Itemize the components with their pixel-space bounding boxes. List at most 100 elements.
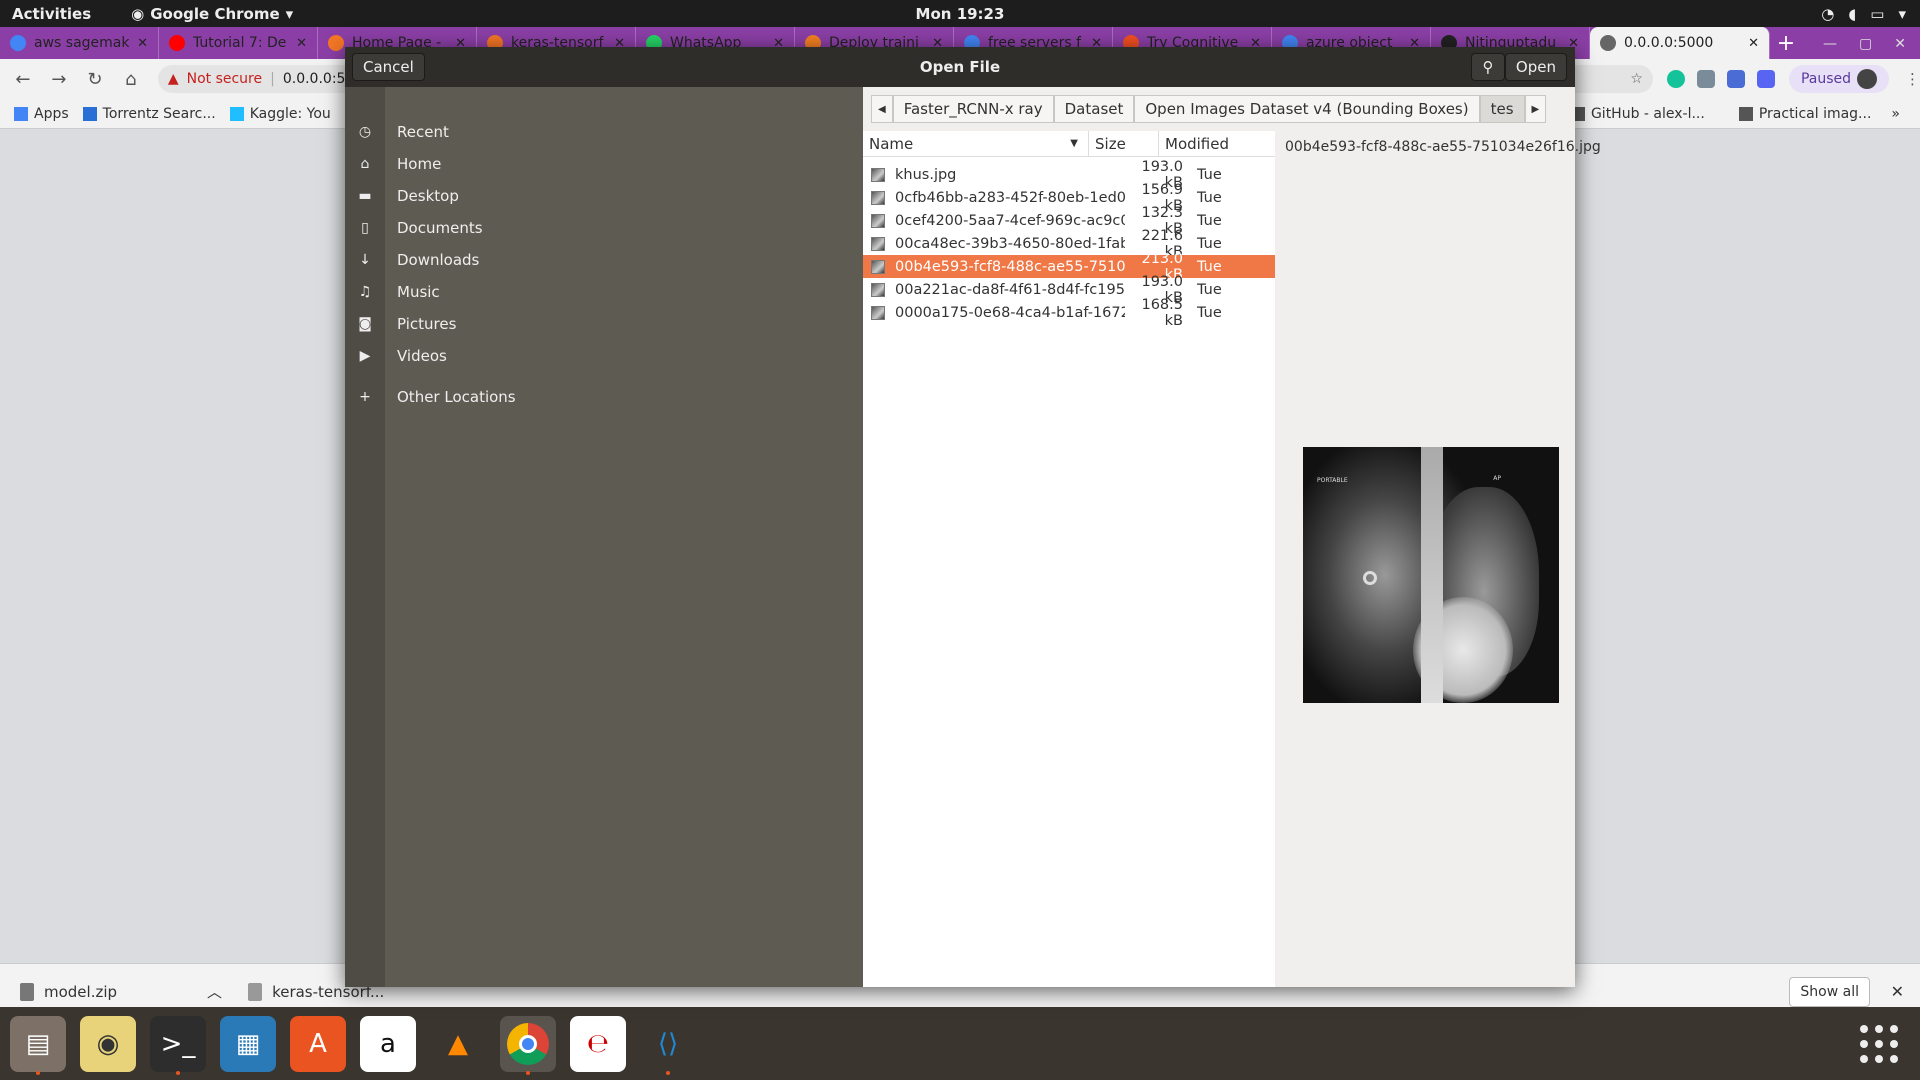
profile-button[interactable]: Paused [1788, 65, 1890, 93]
translate-icon[interactable] [1726, 70, 1745, 88]
path-segment[interactable]: Dataset [1053, 95, 1135, 123]
sidebar-item-home[interactable]: ⌂ Home [345, 148, 863, 180]
apps-icon [14, 106, 28, 121]
open-button[interactable]: Open [1504, 53, 1567, 81]
vscode-icon[interactable]: ⟨⟩ [640, 1016, 696, 1075]
more-bookmarks-icon[interactable]: » [1891, 106, 1900, 122]
close-icon[interactable]: ✕ [1748, 36, 1759, 51]
sidebar-item-downloads[interactable]: ↓ Downloads [345, 244, 863, 276]
clock[interactable]: Mon 19:23 [916, 5, 1005, 23]
search-button[interactable]: ⚲ [1471, 53, 1505, 81]
file-row[interactable]: 00b4e593-fcf8-488c-ae55-75103... 213.0 kB… [863, 251, 1275, 283]
image-file-icon [871, 259, 885, 274]
chrome-icon[interactable] [500, 1015, 556, 1075]
dialog-title: Open File [919, 58, 1001, 76]
forward-icon[interactable]: → [46, 69, 72, 90]
file-row[interactable]: khus.jpg 193.0 kB Tue [863, 159, 1275, 191]
extension-icon[interactable] [1756, 70, 1775, 88]
back-icon[interactable]: ← [10, 69, 36, 90]
amazon-icon[interactable]: a [360, 1015, 416, 1072]
bookmark-item[interactable]: Kaggle: You [229, 105, 331, 122]
tab-title: aws sagemak [34, 35, 130, 51]
path-segment[interactable]: Faster_RCNN-x ray [892, 95, 1054, 123]
volume-icon: ◖ [1848, 4, 1857, 23]
home-icon[interactable]: ⌂ [118, 69, 144, 90]
file-row[interactable]: 00ca48ec-39b3-4650-80ed-1fab3...221.6 kB… [863, 228, 1275, 260]
files-icon[interactable]: ▤ [10, 1015, 66, 1075]
camera-icon: ◙ [358, 316, 372, 332]
file-row[interactable]: 0cef4200-5aa7-4cef-969c-ac9c0d...132.3 k… [863, 205, 1275, 237]
bookmark-star-icon[interactable]: ☆ [1630, 71, 1643, 87]
extension-icon[interactable] [1696, 70, 1715, 88]
avatar [1857, 69, 1878, 89]
text-editor-icon[interactable]: ℮ [570, 1015, 626, 1072]
tab[interactable]: Tutorial 7: De ✕ [159, 27, 318, 59]
new-tab-button[interactable]: + [1770, 27, 1802, 59]
sidebar-item-other-locations[interactable]: + Other Locations [345, 381, 863, 413]
document-icon: ▯ [361, 220, 369, 236]
file-size: 168.5 kB [1141, 296, 1183, 329]
terminal-icon[interactable]: >_ [150, 1015, 206, 1075]
file-list-header: Name ▼ Size Modified [863, 130, 1275, 157]
sidebar-item-documents[interactable]: ▯ Documents [345, 212, 863, 244]
software-center-icon[interactable]: A [290, 1015, 346, 1072]
torrentz-icon [82, 106, 97, 121]
vlc-icon[interactable]: ▲ [430, 1016, 486, 1072]
path-right-arrow-icon[interactable]: ▶ [1524, 95, 1547, 123]
app-menu[interactable]: ◉ Google Chrome ▾ [131, 5, 293, 23]
tab[interactable]: aws sagemak ✕ [0, 27, 159, 59]
maximize-icon[interactable]: ▢ [1859, 36, 1872, 52]
bookmark-item[interactable]: Apps [14, 106, 69, 122]
bookmark-item[interactable]: Torrentz Searc... [82, 106, 216, 122]
battery-icon: ▭ [1870, 4, 1885, 23]
preview-pane: 00b4e593-fcf8-488c-ae55-751034e26f16.jpg… [1275, 131, 1601, 987]
file-row[interactable]: 0cfb46bb-a283-452f-80eb-1ed04... 156.9 kB… [863, 182, 1275, 214]
security-label: Not secure [186, 71, 263, 87]
sidebar-item-label: Documents [397, 219, 483, 237]
sidebar-item-label: Home [397, 155, 442, 173]
open-file-dialog: Cancel Open File ⚲ Open ◷ Recent ⌂ Home ▬ Des… [345, 47, 1601, 987]
path-segment[interactable]: tes [1479, 95, 1525, 123]
places-sidebar: ◷ Recent ⌂ Home ▬ Desktop ▯ Documents ↓ Downloads… [345, 87, 863, 987]
bookmark-label: Apps [34, 105, 69, 122]
sidebar-item-videos[interactable]: ▶ Videos [345, 340, 863, 372]
show-applications-icon[interactable] [1860, 1025, 1898, 1063]
grammarly-icon[interactable] [1666, 70, 1685, 88]
activities-button[interactable]: Activities [12, 5, 91, 23]
close-icon[interactable]: ✕ [1894, 36, 1906, 52]
sidebar-item-pictures[interactable]: ◙ Pictures [345, 308, 863, 340]
bookmark-label: Practical imag... [1758, 106, 1872, 122]
sidebar-item-music[interactable]: ♫ Music [345, 276, 863, 308]
close-icon[interactable]: ✕ [1891, 982, 1904, 1001]
column-name[interactable]: Name ▼ [863, 130, 1089, 157]
rhythmbox-icon[interactable]: ◉ [80, 1015, 136, 1072]
bookmark-item[interactable]: Practical imag... [1738, 106, 1872, 122]
column-size[interactable]: Size [1089, 130, 1159, 157]
path-segment[interactable]: Open Images Dataset v4 (Bounding Boxes) [1134, 95, 1480, 123]
sidebar-item-label: Music [397, 283, 440, 301]
image-file-icon [871, 236, 885, 251]
file-row[interactable]: 00a221ac-da8f-4f61-8d4f-fc1951... 193.0 k… [863, 274, 1275, 306]
chevron-up-icon[interactable]: ︿ [207, 981, 222, 1002]
tab[interactable]: 0.0.0.0:5000 ✕ [1590, 27, 1770, 59]
show-all-button[interactable]: Show all [1789, 976, 1870, 1007]
path-left-arrow-icon[interactable]: ◀ [871, 95, 893, 123]
bookmark-label: Kaggle: You [249, 105, 331, 122]
minimize-icon[interactable]: — [1823, 36, 1837, 52]
column-name-label: Name [869, 134, 914, 153]
menu-icon[interactable]: ⋮ [1905, 70, 1920, 88]
system-tray[interactable]: ◔ ◖ ▭ ▾ [1821, 5, 1906, 23]
sidebar-item-recent[interactable]: ◷ Recent [345, 116, 863, 148]
cancel-button[interactable]: Cancel [352, 53, 425, 81]
download-item[interactable]: model.zip ︿ [20, 981, 222, 1002]
close-icon[interactable]: ✕ [296, 36, 307, 51]
file-row[interactable]: 0000a175-0e68-4ca4-b1af-16720... 168.5 kB… [863, 297, 1275, 329]
sidebar-item-desktop[interactable]: ▬ Desktop [345, 180, 863, 212]
column-modified[interactable]: Modified [1159, 131, 1275, 157]
reload-icon[interactable]: ↻ [82, 69, 108, 90]
close-icon[interactable]: ✕ [137, 36, 148, 51]
file-icon [248, 982, 263, 1001]
search-icon: ⚲ [1482, 58, 1494, 76]
bookmark-item[interactable]: GitHub - alex-l... [1570, 106, 1705, 122]
image-viewer-icon[interactable]: ▦ [220, 1015, 276, 1072]
